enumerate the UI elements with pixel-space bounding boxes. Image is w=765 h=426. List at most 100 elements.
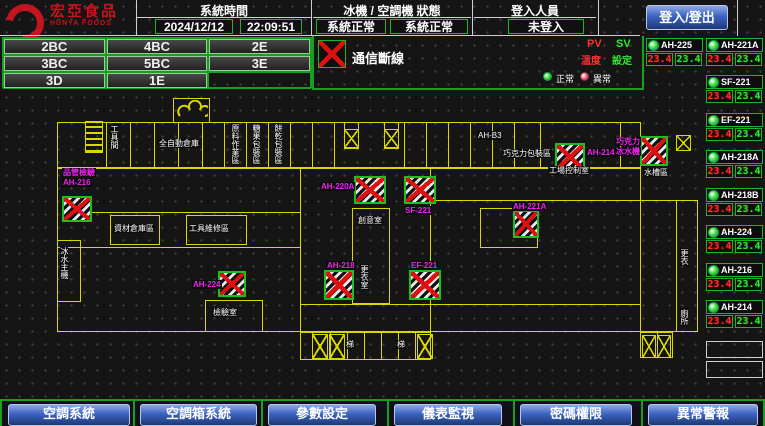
status-lamp-icon	[708, 227, 719, 238]
plan-unit-label: AH-224	[192, 280, 222, 289]
wall-line	[300, 304, 640, 305]
status-lamp-icon	[648, 40, 659, 51]
header-bottom-line	[0, 35, 640, 36]
wall-line	[448, 122, 449, 168]
login-user-value: 未登入	[508, 19, 584, 34]
disconnected-unit-icon[interactable]	[354, 176, 386, 204]
wall-line	[224, 122, 225, 168]
floor-button-2BC[interactable]: 2BC	[3, 38, 106, 55]
header-separator	[737, 0, 738, 36]
unit-button-SF-221[interactable]: SF-221	[706, 75, 763, 89]
stairwell-icon	[384, 129, 399, 148]
disconnected-unit-icon[interactable]	[324, 270, 354, 300]
room-label: 資材倉庫區	[113, 224, 155, 233]
logo-title: 宏亞食品	[50, 4, 118, 20]
green-divider	[312, 88, 644, 90]
wall-line	[85, 212, 300, 213]
header-separator	[311, 0, 312, 36]
floor-button-5BC[interactable]: 5BC	[106, 55, 209, 72]
room-outline	[57, 168, 641, 332]
floor-button-2E[interactable]: 2E	[208, 38, 311, 55]
disconnected-unit-icon[interactable]	[409, 270, 441, 300]
menu-button-1[interactable]: 空調系統	[8, 404, 130, 426]
room-label: 巧克力包裝區	[502, 149, 552, 158]
unit-button-AH-216[interactable]: AH-216	[706, 263, 763, 277]
unit-sv-value: 23.4	[735, 203, 762, 216]
room-label: 梯	[345, 340, 355, 349]
menu-separator	[387, 401, 389, 426]
wall-line	[154, 122, 155, 168]
wall-line	[290, 122, 291, 168]
plan-unit-label: EF-221	[410, 261, 438, 270]
unit-pv-value: 23.4	[706, 128, 733, 141]
wall-line	[540, 122, 541, 168]
status-lamp-icon	[708, 190, 719, 201]
plan-unit-label: SF-221	[404, 206, 432, 215]
wall-line	[364, 332, 365, 360]
disconnected-unit-icon[interactable]	[62, 196, 92, 222]
unit-button-AH-218B[interactable]: AH-218B	[706, 188, 763, 202]
floor-button-4BC[interactable]: 4BC	[106, 38, 209, 55]
unit-pv-value: 23.4	[706, 240, 733, 253]
normal-label: 正常	[556, 72, 574, 85]
wall-line	[334, 122, 335, 168]
unit-pv-value: 23.4	[706, 203, 733, 216]
floor-button-1E[interactable]: 1E	[106, 72, 209, 89]
unit-button-AH-214[interactable]: AH-214	[706, 300, 763, 314]
unit-button-EF-221[interactable]: EF-221	[706, 113, 763, 127]
status-lamp-icon	[708, 77, 719, 88]
room-label: 糖果包裝區	[252, 123, 260, 165]
wall-line	[246, 122, 247, 168]
sv-name-legend: 設定	[612, 52, 632, 67]
wall-line	[514, 122, 515, 168]
unit-name: AH-216	[721, 265, 752, 275]
disconnected-unit-icon[interactable]	[404, 176, 436, 204]
unit-button-AH-221A[interactable]: AH-221A	[706, 38, 763, 52]
unit-name: SF-221	[721, 77, 751, 87]
normal-lamp-icon	[543, 72, 552, 81]
room-label: 工具間	[110, 124, 118, 150]
disconnected-unit-icon[interactable]	[513, 210, 539, 238]
wall-line	[268, 122, 269, 168]
room-label: 工場控制室	[548, 166, 590, 175]
pv-name-legend: 溫度	[581, 52, 601, 67]
comm-loss-icon	[318, 40, 346, 68]
status-lamp-icon	[708, 265, 719, 276]
sv-legend: SV	[616, 38, 631, 50]
wall-line	[202, 122, 203, 168]
menu-separator	[261, 401, 263, 426]
status-lamp-icon	[708, 115, 719, 126]
wall-line	[470, 122, 471, 168]
scada-screen: 宏亞食品 HUNYA FOODS 系統時間 2024/12/12 22:09:5…	[0, 0, 765, 426]
floor-button-3D[interactable]: 3D	[3, 72, 106, 89]
menu-button-2[interactable]: 空調箱系統	[140, 404, 257, 426]
floor-button-3E[interactable]: 3E	[208, 55, 311, 72]
wall-line	[676, 200, 677, 332]
abnormal-label: 異常	[593, 72, 611, 85]
plan-unit-label: 冰水機	[615, 147, 641, 156]
unit-pv-value: 23.4	[646, 53, 673, 66]
wall-line	[492, 122, 493, 168]
wall-line	[300, 168, 301, 332]
stairwell-icon	[676, 135, 691, 151]
menu-button-6[interactable]: 異常警報	[648, 404, 758, 426]
unit-button-AH-225[interactable]: AH-225	[646, 38, 703, 52]
header-underline	[313, 17, 471, 18]
wall-line	[381, 332, 382, 360]
unit-button-AH-224[interactable]: AH-224	[706, 225, 763, 239]
disconnected-unit-icon[interactable]	[640, 136, 668, 166]
chiller-status-value: 系統正常	[316, 19, 386, 34]
stairwell-icon	[344, 129, 359, 148]
unit-button-AH-218A[interactable]: AH-218A	[706, 150, 763, 164]
floor-grid-empty-cell	[208, 72, 311, 89]
floor-button-3BC[interactable]: 3BC	[3, 55, 106, 72]
login-logout-button[interactable]: 登入/登出	[646, 5, 728, 30]
header-separator	[136, 0, 137, 36]
header-underline	[474, 17, 596, 18]
unit-name: AH-224	[721, 227, 752, 237]
menu-button-4[interactable]: 儀表監視	[394, 404, 502, 426]
menu-button-5[interactable]: 密碼權限	[520, 404, 632, 426]
menu-button-3[interactable]: 參數設定	[268, 404, 376, 426]
room-label: AH-B3	[477, 131, 503, 140]
disconnected-unit-icon[interactable]	[218, 271, 246, 297]
